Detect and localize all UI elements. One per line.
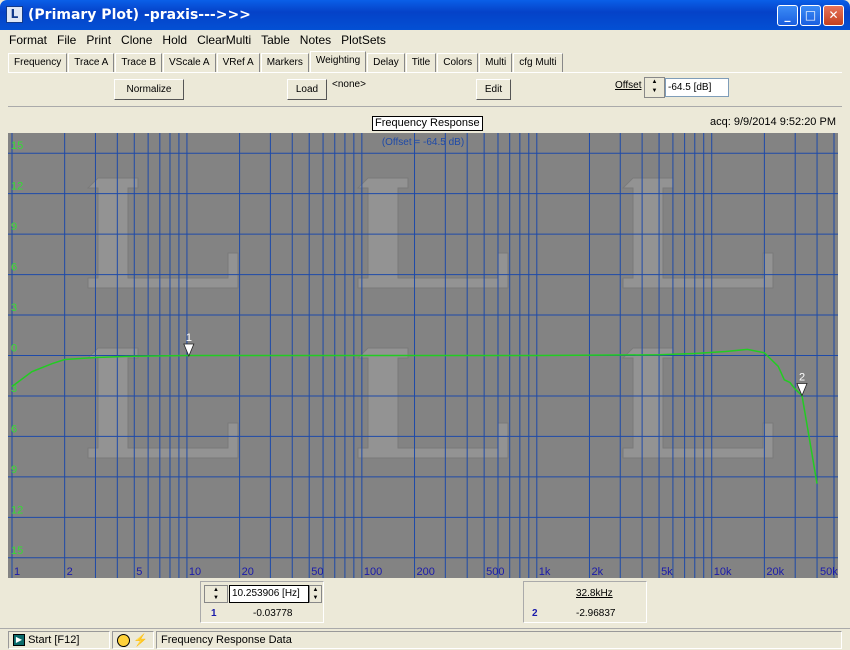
offset-note: (Offset = -64.5 dB) <box>382 137 464 148</box>
cursor1-panel: ▲ ▼ 10.253906 [Hz] ▲ ▼ 1 -0.03778 <box>200 581 324 623</box>
y-tick-label: 9 <box>11 464 17 476</box>
tab-vref-a[interactable]: VRef A <box>216 53 260 73</box>
y-tick-label: 6 <box>11 262 17 274</box>
start-label: Start [F12] <box>28 634 80 646</box>
play-icon: ▶ <box>13 634 25 647</box>
maximize-button[interactable]: □ <box>800 5 821 26</box>
x-tick-label: 2k <box>591 566 603 578</box>
x-tick-label: 20 <box>242 566 254 578</box>
marker-1-label: 1 <box>186 332 192 344</box>
y-tick-label: 9 <box>11 221 17 233</box>
start-cell[interactable]: ▶ Start [F12] <box>8 631 110 649</box>
tab-title[interactable]: Title <box>405 53 437 73</box>
status-bar: ▶ Start [F12] ⚡ Frequency Response Data <box>0 628 850 650</box>
y-tick-label: 12 <box>11 181 23 193</box>
y-tick-label: 0 <box>11 343 17 355</box>
tab-strip: Frequency Trace A Trace B VScale A VRef … <box>8 51 564 73</box>
plot-title: Frequency Response <box>372 116 483 131</box>
x-tick-label: 10k <box>714 566 732 578</box>
window-title: (Primary Plot) -praxis--->>> <box>28 7 251 23</box>
menu-clearmulti[interactable]: ClearMulti <box>192 33 256 47</box>
weighting-panel: Normalize Load <none> Edit Offset ▲ ▼ -64… <box>8 72 842 104</box>
cursor2-frequency[interactable]: 32.8kHz <box>576 588 613 599</box>
cursor1-right-spinner[interactable]: ▲ ▼ <box>309 585 322 603</box>
x-tick-labels: 1 2 5 10 20 50 100 200 500 1k 2k 5k 10k 20k 50k <box>14 566 838 578</box>
cursor2-panel: 32.8kHz 2 -2.96837 <box>523 581 647 623</box>
menu-format[interactable]: Format <box>4 33 52 47</box>
cursor1-frequency-input[interactable]: 10.253906 [Hz] <box>229 585 309 603</box>
x-tick-label: 50k <box>820 566 838 578</box>
tab-vscale-a[interactable]: VScale A <box>162 53 216 73</box>
menu-print[interactable]: Print <box>81 33 116 47</box>
menu-table[interactable]: Table <box>256 33 295 47</box>
x-tick-label: 50 <box>311 566 323 578</box>
menu-file[interactable]: File <box>52 33 81 47</box>
y-tick-label: 12 <box>11 504 23 516</box>
status-message: Frequency Response Data <box>156 631 842 649</box>
gauge-icon <box>117 633 130 647</box>
normalize-button[interactable]: Normalize <box>114 79 184 100</box>
tab-frequency[interactable]: Frequency <box>8 53 68 73</box>
menu-bar: Format File Print Clone Hold ClearMulti … <box>4 30 846 50</box>
tab-multi[interactable]: Multi <box>479 53 513 73</box>
menu-clone[interactable]: Clone <box>116 33 157 47</box>
y-tick-label: 15 <box>11 140 23 152</box>
x-tick-label: 10 <box>189 566 201 578</box>
y-tick-label: 15 <box>11 545 23 557</box>
tab-colors[interactable]: Colors <box>437 53 479 73</box>
cursor2-index: 2 <box>532 608 538 619</box>
tab-weighting[interactable]: Weighting <box>309 51 367 73</box>
tab-trace-a[interactable]: Trace A <box>68 53 115 73</box>
frequency-response-chart[interactable]: (Offset = -64.5 dB) 151296303691215 1251… <box>8 133 838 578</box>
acquisition-time: acq: 9/9/2014 9:52:20 PM <box>710 116 836 128</box>
title-bar: L (Primary Plot) -praxis--->>> _ □ ✕ <box>0 0 850 30</box>
marker-2-label: 2 <box>799 372 805 384</box>
tab-markers[interactable]: Markers <box>260 53 309 73</box>
cursor2-value: -2.96837 <box>576 608 616 619</box>
tab-trace-b[interactable]: Trace B <box>115 53 162 73</box>
y-tick-label: 6 <box>11 423 17 435</box>
load-button[interactable]: Load <box>287 79 327 100</box>
x-tick-label: 1k <box>539 566 551 578</box>
close-button[interactable]: ✕ <box>823 5 844 26</box>
x-tick-label: 20k <box>766 566 784 578</box>
menu-notes[interactable]: Notes <box>295 33 336 47</box>
x-tick-label: 2 <box>67 566 73 578</box>
offset-spinner[interactable]: ▲ ▼ <box>644 77 665 98</box>
edit-button[interactable]: Edit <box>476 79 511 100</box>
tab-delay[interactable]: Delay <box>367 53 405 73</box>
x-tick-label: 1 <box>14 566 20 578</box>
x-tick-label: 100 <box>364 566 382 578</box>
y-tick-label: 3 <box>11 302 17 314</box>
offset-label: Offset <box>615 80 642 91</box>
cursor1-left-spinner[interactable]: ▲ ▼ <box>204 585 228 603</box>
menu-hold[interactable]: Hold <box>157 33 192 47</box>
menu-plotsets[interactable]: PlotSets <box>336 33 391 47</box>
cursor1-index: 1 <box>211 608 217 619</box>
x-tick-label: 200 <box>417 566 435 578</box>
cursor-readout-bar: ▲ ▼ 10.253906 [Hz] ▲ ▼ 1 -0.03778 32.8kHz … <box>0 578 850 628</box>
cursor1-value: -0.03778 <box>253 608 293 619</box>
signal-icon: ⚡ <box>133 633 149 648</box>
minimize-button[interactable]: _ <box>777 5 798 26</box>
tab-cfg-multi[interactable]: cfg Multi <box>513 53 563 73</box>
x-tick-label: 5 <box>136 566 142 578</box>
offset-input[interactable]: -64.5 [dB] <box>665 78 729 97</box>
status-icons-cell: ⚡ <box>112 631 154 649</box>
x-tick-label: 5k <box>661 566 673 578</box>
loaded-weighting-name: <none> <box>332 79 366 90</box>
x-tick-label: 500 <box>486 566 504 578</box>
app-logo-icon: L <box>6 6 23 23</box>
